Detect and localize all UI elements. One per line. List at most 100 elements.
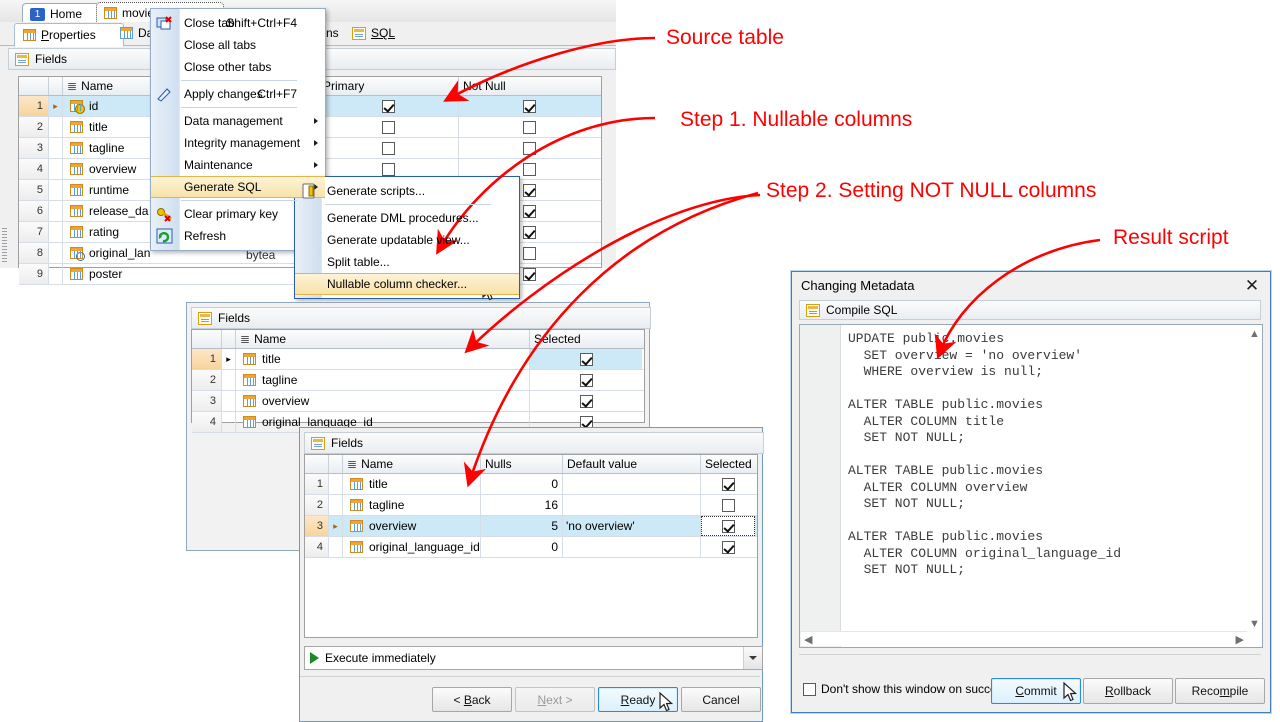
cell-default[interactable]: [563, 537, 701, 557]
close-icon[interactable]: ✕: [1242, 277, 1262, 295]
col-header-nulls[interactable]: Nulls: [481, 455, 563, 473]
table-row[interactable]: 2 tagline: [192, 370, 644, 391]
cell-name[interactable]: tagline: [343, 495, 481, 515]
checkbox-cell[interactable]: [722, 520, 735, 533]
cell-name-label: tagline: [262, 373, 297, 387]
cell-nulls[interactable]: 16: [481, 495, 563, 515]
cell-selected[interactable]: [701, 474, 755, 494]
sql-editor[interactable]: UPDATE public.movies SET overview = 'no …: [799, 324, 1263, 648]
compile-sql-tab[interactable]: Compile SQL: [799, 300, 1261, 320]
cell-notnull[interactable]: [459, 117, 599, 137]
col-header-name[interactable]: ≣ Name: [236, 330, 530, 348]
cell-notnull[interactable]: [459, 96, 599, 116]
checkbox-cell[interactable]: [722, 541, 735, 554]
checkbox-cell[interactable]: [580, 374, 593, 387]
recompile-button[interactable]: Recompile: [1175, 678, 1265, 704]
col-header-notnull[interactable]: Not Null: [459, 77, 599, 95]
cancel-button[interactable]: Cancel: [681, 687, 761, 712]
tab-sql[interactable]: SQL: [344, 22, 416, 44]
col-header-selected[interactable]: Selected: [530, 330, 642, 348]
table-row[interactable]: 4 original_language_id 0: [305, 537, 757, 558]
step1-grid[interactable]: ≣ Name Selected 1 ▸ title 2 tagline 3 ov…: [191, 329, 645, 423]
step2-grid[interactable]: ≣ Name Nulls Default value Selected 1 ti…: [304, 454, 758, 638]
cell-primary[interactable]: [319, 96, 459, 116]
sql-horizontal-scrollbar[interactable]: ◀ ▶: [801, 631, 1247, 646]
cell-name[interactable]: original_language_id: [343, 537, 481, 557]
checkbox-cell[interactable]: [523, 100, 536, 113]
submenu-item[interactable]: Generate scripts...: [295, 180, 519, 202]
sql-script-text[interactable]: UPDATE public.movies SET overview = 'no …: [848, 331, 1121, 579]
table-row[interactable]: 2 tagline 16: [305, 495, 757, 516]
context-menu-item[interactable]: Data management: [151, 110, 325, 132]
cell-selected[interactable]: [701, 495, 755, 515]
submenu-item[interactable]: Generate DML procedures...: [295, 207, 519, 229]
context-menu-item[interactable]: Close tab Shift+Ctrl+F4: [151, 12, 325, 34]
cell-nulls[interactable]: 5: [481, 516, 563, 536]
back-button[interactable]: < Back: [432, 687, 512, 712]
submenu-item[interactable]: Generate updatable view...: [295, 229, 519, 251]
col-header-default[interactable]: Default value: [563, 455, 701, 473]
checkbox-cell[interactable]: [523, 268, 536, 281]
checkbox-cell[interactable]: [382, 100, 395, 113]
checkbox-cell[interactable]: [523, 163, 536, 176]
chevron-down-icon[interactable]: [743, 647, 762, 669]
cell-selected[interactable]: [701, 537, 755, 557]
checkbox-cell[interactable]: [722, 499, 735, 512]
cell-selected[interactable]: [530, 391, 642, 411]
context-menu-shortcut: Ctrl+F7: [257, 87, 297, 101]
checkbox-cell[interactable]: [523, 226, 536, 239]
checkbox-cell[interactable]: [382, 121, 395, 134]
cell-name[interactable]: title: [343, 474, 481, 494]
checkbox-cell[interactable]: [523, 184, 536, 197]
context-menu-item[interactable]: Maintenance: [151, 154, 325, 176]
cell-notnull[interactable]: [459, 138, 599, 158]
dont-show-checkbox-row[interactable]: Don't show this window on success: [803, 682, 1009, 696]
cell-default[interactable]: [563, 474, 701, 494]
cell-name[interactable]: overview: [343, 516, 481, 536]
checkbox-cell[interactable]: [382, 163, 395, 176]
table-row[interactable]: 1 title 0: [305, 474, 757, 495]
dont-show-checkbox[interactable]: [803, 683, 816, 696]
generate-sql-submenu[interactable]: Generate scripts... Generate DML procedu…: [294, 176, 520, 299]
col-header-name[interactable]: ≣ Name: [343, 455, 481, 473]
menu-separator: [181, 107, 297, 108]
cell-default[interactable]: [563, 495, 701, 515]
cell-selected[interactable]: [530, 370, 642, 390]
checkbox-cell[interactable]: [580, 395, 593, 408]
checkbox-cell[interactable]: [523, 205, 536, 218]
cell-name[interactable]: poster: [63, 264, 319, 284]
context-menu-item[interactable]: Close other tabs: [151, 56, 325, 78]
cell-name[interactable]: tagline: [236, 370, 530, 390]
context-menu-item[interactable]: Integrity management: [151, 132, 325, 154]
indicator-header: [49, 77, 63, 95]
checkbox-cell[interactable]: [523, 247, 536, 260]
cell-primary[interactable]: [319, 117, 459, 137]
context-menu-item[interactable]: Apply changes Ctrl+F7: [151, 83, 325, 105]
cell-nulls[interactable]: 0: [481, 474, 563, 494]
splitter-handle[interactable]: [2, 228, 7, 262]
cell-selected[interactable]: [701, 516, 755, 536]
checkbox-cell[interactable]: [580, 353, 593, 366]
checkbox-cell[interactable]: [382, 142, 395, 155]
col-header-selected[interactable]: Selected: [701, 455, 755, 473]
cell-name[interactable]: title: [236, 349, 530, 369]
col-header-primary[interactable]: Primary: [319, 77, 459, 95]
cell-name[interactable]: overview: [236, 391, 530, 411]
cell-nulls[interactable]: 0: [481, 537, 563, 557]
cell-selected[interactable]: [530, 349, 642, 369]
table-row[interactable]: 1 ▸ title: [192, 349, 644, 370]
table-row[interactable]: 3 overview: [192, 391, 644, 412]
execute-mode-combobox[interactable]: Execute immediately: [304, 646, 763, 670]
checkbox-cell[interactable]: [722, 478, 735, 491]
submenu-item[interactable]: Split table...: [295, 251, 519, 273]
checkbox-cell[interactable]: [523, 142, 536, 155]
table-row[interactable]: 3 ▸ overview 5 'no overview': [305, 516, 757, 537]
cell-default[interactable]: 'no overview': [563, 516, 701, 536]
checkbox-cell[interactable]: [523, 121, 536, 134]
cell-primary[interactable]: [319, 138, 459, 158]
sql-vertical-scrollbar[interactable]: ▲ ▼: [1247, 326, 1261, 632]
submenu-item[interactable]: Nullable column checker...: [295, 273, 519, 295]
rollback-button[interactable]: Rollback: [1083, 678, 1173, 704]
tab-properties[interactable]: Properties: [14, 23, 124, 47]
context-menu-item[interactable]: Close all tabs: [151, 34, 325, 56]
